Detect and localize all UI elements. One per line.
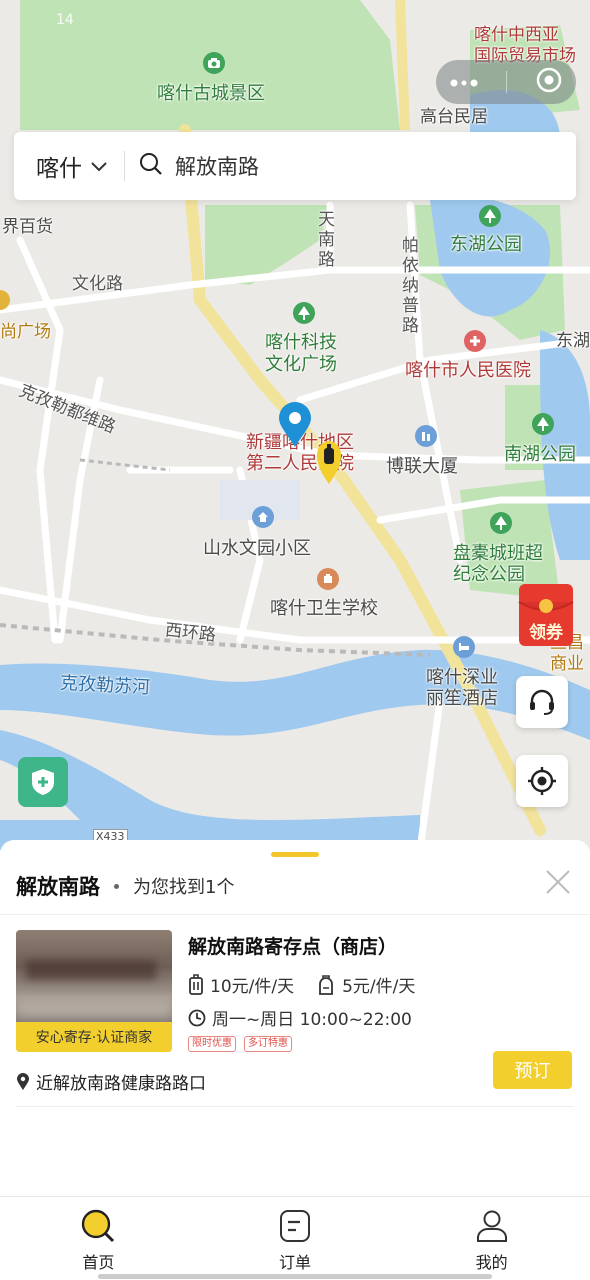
home-indicator [98, 1274, 492, 1279]
map-label-wenhua-road: 文化路 [72, 274, 123, 294]
residential-icon [252, 506, 274, 528]
separator-dot [114, 883, 119, 889]
map-label-tiannan-road: 天南路 [318, 210, 335, 270]
status-bar: 14 [0, 0, 590, 40]
location-icon [17, 1072, 29, 1090]
tab-profile[interactable]: 我的 [393, 1197, 590, 1280]
map-label-people-hospital: 喀什市人民医院 [405, 360, 531, 381]
search-input[interactable] [175, 154, 475, 178]
city-selector[interactable]: 喀什 [14, 132, 124, 200]
map-label-department-store: 界百货 [2, 217, 53, 237]
locate-me-button[interactable] [516, 755, 568, 807]
close-miniprogram-icon[interactable] [536, 67, 562, 97]
park-tree-icon [532, 413, 554, 435]
map-label-bolian: 博联大厦 [386, 456, 458, 477]
capsule-divider [506, 71, 508, 93]
price-small: 5元/件/天 [342, 977, 416, 997]
promo-tags: 限时优惠 多订特惠 [188, 1036, 300, 1052]
map-label-square: 尚广场 [0, 322, 51, 342]
miniprogram-capsule[interactable] [436, 60, 576, 104]
divider [16, 1106, 574, 1107]
search-icon [139, 152, 163, 180]
camera-icon [203, 52, 225, 74]
building-icon [415, 425, 437, 447]
book-button[interactable]: 预订 [493, 1051, 572, 1089]
map-label-nanhu-park: 南湖公园 [504, 444, 576, 465]
safety-shield-button[interactable] [18, 757, 68, 807]
map-label-payinapu-road: 帕依纳普路 [402, 236, 419, 336]
tab-orders[interactable]: 订单 [197, 1197, 394, 1280]
divider [0, 914, 590, 915]
city-name: 喀什 [36, 156, 82, 182]
results-header: 解放南路 为您找到1个 [0, 860, 590, 912]
tab-label: 订单 [279, 1253, 312, 1272]
map-label-health-school: 喀什卫生学校 [270, 598, 378, 619]
map-label-tech-square: 喀什科技 文化广场 [265, 332, 337, 375]
map-label-panqiao-park: 盘橐城班超 纪念公园 [453, 543, 543, 585]
price-small-item: 5元/件/天 [316, 972, 415, 997]
search-field[interactable] [125, 132, 576, 200]
hotel-icon [453, 636, 475, 658]
tab-home[interactable]: 首页 [0, 1197, 197, 1280]
map-label-shanshui: 山水文园小区 [203, 538, 311, 559]
price-row: 10元/件/天 5元/件/天 [188, 972, 437, 997]
luggage-marker-icon[interactable] [315, 437, 343, 485]
chevron-down-icon [90, 153, 108, 179]
tab-label: 我的 [475, 1253, 508, 1272]
results-count: 为您找到1个 [133, 877, 235, 898]
park-tree-icon [293, 302, 315, 324]
backpack-icon [319, 974, 333, 995]
promo-tag: 限时优惠 [188, 1036, 236, 1052]
coupon-label: 领券 [529, 623, 563, 643]
customer-service-button[interactable] [516, 676, 568, 728]
hours-text: 周一~周日 10:00~22:00 [212, 1010, 412, 1030]
search-bar: 喀什 [14, 132, 576, 200]
store-name: 解放南路寄存点（商店） [188, 936, 398, 958]
location-pin-icon[interactable] [277, 402, 313, 448]
status-time: 14 [56, 12, 74, 28]
store-address: 近解放南路健康路路口 [16, 1069, 206, 1094]
price-large-item: 10元/件/天 [188, 972, 294, 997]
verified-badge: 安心寄存·认证商家 [16, 1022, 172, 1052]
map-view[interactable]: 喀什古城景区 喀什中西亚 国际贸易市场 高台民居 界百货 天南路 帕依纳普路 东… [0, 0, 590, 850]
store-photo: 安心寄存·认证商家 [16, 930, 172, 1052]
sheet-drag-handle[interactable] [271, 852, 319, 857]
headset-icon [530, 689, 554, 715]
map-label-river: 克孜勒苏河 [59, 672, 151, 699]
tab-label: 首页 [82, 1253, 115, 1272]
park-tree-icon [490, 512, 512, 534]
store-card[interactable]: 安心寄存·认证商家 解放南路寄存点（商店） 10元/件/天 5元/件/天 周一~… [0, 916, 590, 1106]
close-results-button[interactable] [544, 868, 572, 896]
school-icon [317, 568, 339, 590]
promo-tag: 多订特惠 [244, 1036, 292, 1052]
price-large: 10元/件/天 [210, 977, 295, 997]
map-label-old-city: 喀什古城景区 [157, 83, 265, 104]
more-menu-icon[interactable] [450, 73, 478, 92]
tab-bar: 首页 订单 我的 [0, 1196, 590, 1280]
map-label-gaotai: 高台民居 [420, 107, 488, 127]
suitcase-icon [189, 973, 203, 995]
results-keyword: 解放南路 [16, 875, 100, 899]
coupon-button[interactable]: 领券 [517, 582, 575, 648]
address-text: 近解放南路健康路路口 [36, 1074, 206, 1094]
shield-icon [32, 769, 54, 795]
user-icon [476, 1210, 507, 1242]
search-icon [82, 1209, 115, 1243]
order-icon [280, 1210, 310, 1242]
map-label-donghu-park: 东湖公园 [450, 234, 522, 255]
crosshair-icon [528, 767, 556, 795]
clock-icon [188, 1009, 206, 1026]
map-label-donghu-east: 东湖 [556, 331, 590, 351]
park-tree-icon [479, 205, 501, 227]
opening-hours: 周一~周日 10:00~22:00 [188, 1005, 412, 1030]
close-icon [546, 870, 570, 894]
hospital-icon [464, 330, 486, 352]
map-label-hotel: 喀什深业 丽笙酒店 [426, 667, 498, 709]
results-sheet: 解放南路 为您找到1个 安心寄存·认证商家 解放南路寄存点（商店） 10元/件/… [0, 840, 590, 1200]
